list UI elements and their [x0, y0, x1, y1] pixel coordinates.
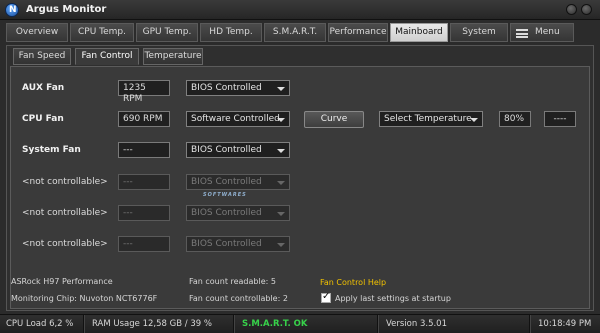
subtab-temperature[interactable]: Temperature: [143, 48, 203, 65]
fan-rpm-disabled: ---: [118, 236, 170, 252]
chevron-down-icon: [277, 149, 285, 153]
fan-label-not-controllable: <not controllable>: [22, 208, 108, 218]
menu-icon: [516, 29, 528, 38]
tab-menu[interactable]: Menu: [510, 23, 574, 42]
subtab-fan-speed[interactable]: Fan Speed: [13, 48, 71, 65]
cpu-load-status: CPU Load 6,2 %: [0, 315, 84, 333]
chevron-down-icon: [277, 118, 285, 122]
tab-hd-temp[interactable]: HD Temp.: [200, 23, 262, 42]
fan-label-cpu: CPU Fan: [22, 114, 64, 124]
close-icon[interactable]: [581, 4, 592, 15]
ram-usage-status: RAM Usage 12,58 GB / 39 %: [86, 315, 234, 333]
fan-count-controllable: Fan count controllable: 2: [189, 294, 288, 303]
apply-settings-checkbox[interactable]: [321, 291, 331, 303]
fan-label-not-controllable: <not controllable>: [22, 239, 108, 249]
fan-control-area: AUX Fan 1235 RPM BIOS Controlled CPU Fan…: [10, 66, 590, 309]
temperature-source-value: Select Temperature: [384, 114, 472, 124]
tab-menu-label: Menu: [535, 27, 560, 37]
fan-mode-select-disabled: BIOS Controlled: [186, 205, 290, 221]
tab-cpu-temp[interactable]: CPU Temp.: [70, 23, 134, 42]
minimize-icon[interactable]: [566, 4, 577, 15]
window-title: Argus Monitor: [26, 4, 107, 15]
fan-mode-value: BIOS Controlled: [191, 83, 262, 93]
board-name: ASRock H97 Performance: [11, 277, 113, 286]
tab-overview[interactable]: Overview: [6, 23, 68, 42]
fan-label-aux: AUX Fan: [22, 83, 65, 93]
tab-smart[interactable]: S.M.A.R.T.: [264, 23, 326, 42]
subtab-fan-control[interactable]: Fan Control: [75, 48, 139, 65]
mainboard-panel: Fan Speed Fan Control Temperature AUX Fa…: [6, 45, 594, 311]
fan-mode-select-disabled: BIOS Controlled: [186, 236, 290, 252]
main-tabbar: Overview CPU Temp. GPU Temp. HD Temp. S.…: [6, 23, 594, 43]
temperature-source-select[interactable]: Select Temperature: [379, 111, 483, 127]
fan-mode-value: Software Controlled: [191, 114, 280, 124]
title-bar: N Argus Monitor: [0, 0, 600, 20]
chevron-down-icon: [277, 181, 285, 185]
chevron-down-icon: [277, 212, 285, 216]
tab-system[interactable]: System: [450, 23, 508, 42]
fan-rpm-aux: 1235 RPM: [118, 80, 170, 104]
chevron-down-icon: [277, 87, 285, 91]
fan-mode-select-system[interactable]: BIOS Controlled: [186, 142, 290, 158]
fan-label-system: System Fan: [22, 145, 81, 155]
fan-count-readable: Fan count readable: 5: [189, 277, 276, 286]
monitoring-chip: Monitoring Chip: Nuvoton NCT6776F: [11, 294, 158, 303]
fan-mode-select-aux[interactable]: BIOS Controlled: [186, 80, 290, 96]
fan-mode-value: BIOS Controlled: [191, 239, 262, 249]
version-status: Version 3.5.01: [380, 315, 530, 333]
fan-mode-select-cpu[interactable]: Software Controlled: [186, 111, 290, 127]
fan-rpm-disabled: ---: [118, 205, 170, 221]
apply-settings-label: Apply last settings at startup: [335, 294, 451, 303]
fan-percent-field: 80%: [499, 111, 531, 127]
tab-mainboard[interactable]: Mainboard: [390, 23, 448, 42]
clock-status: 10:18:49 PM: [538, 319, 592, 329]
tab-performance[interactable]: Performance: [328, 23, 388, 42]
fan-extra-field: ----: [544, 111, 576, 127]
fan-rpm-system: ---: [118, 142, 170, 158]
fan-mode-value: BIOS Controlled: [191, 208, 262, 218]
status-bar: CPU Load 6,2 % RAM Usage 12,58 GB / 39 %…: [0, 314, 600, 333]
fan-label-not-controllable: <not controllable>: [22, 177, 108, 187]
tab-gpu-temp[interactable]: GPU Temp.: [136, 23, 198, 42]
argus-logo-icon: N: [5, 3, 19, 17]
chevron-down-icon: [470, 118, 478, 122]
smart-status: S.M.A.R.T. OK: [236, 315, 378, 333]
fan-rpm-cpu: 690 RPM: [118, 111, 170, 127]
chevron-down-icon: [277, 243, 285, 247]
fan-mode-select-disabled: BIOS Controlled: [186, 174, 290, 190]
fan-rpm-disabled: ---: [118, 174, 170, 190]
fan-mode-value: BIOS Controlled: [191, 145, 262, 155]
fan-mode-value: BIOS Controlled: [191, 177, 262, 187]
curve-button[interactable]: Curve: [304, 111, 364, 128]
fan-control-help-link[interactable]: Fan Control Help: [320, 278, 386, 287]
